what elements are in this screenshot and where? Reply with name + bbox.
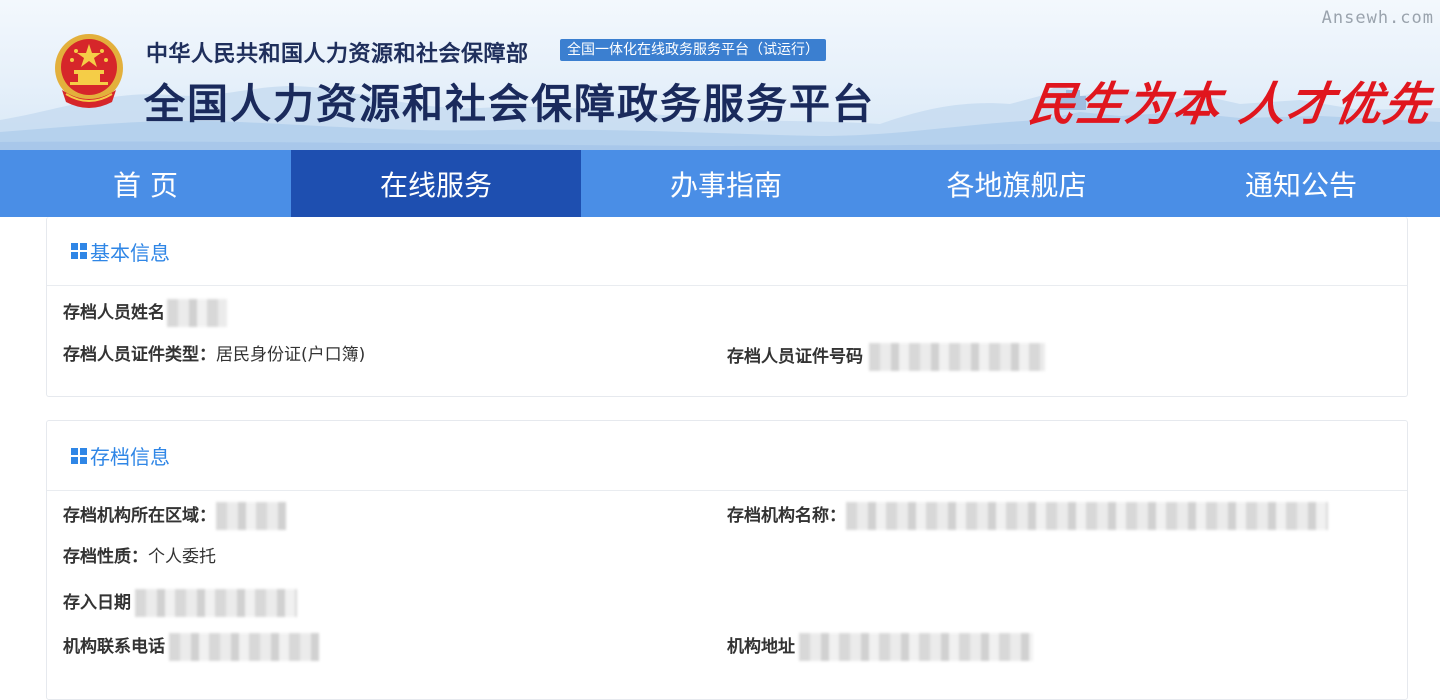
archive-nature-label: 存档性质： [63,547,148,567]
grid-icon [71,243,87,259]
archive-info-title: 存档信息 [90,445,170,469]
org-phone-masked [169,633,319,661]
watermark: Ansewh.com [1321,8,1434,28]
grid-icon [71,447,87,464]
org-address-row: 机构地址 [727,633,1033,661]
archive-person-name-masked [167,299,227,327]
id-type-label: 存档人员证件类型： [63,345,216,365]
nav-online-services[interactable]: 在线服务 [291,150,581,217]
archive-person-name-row: 存档人员姓名 [63,299,227,327]
nav-regional-stores[interactable]: 各地旗舰店 [871,150,1162,217]
archive-nature-row: 存档性质： 个人委托 [63,545,216,569]
id-type-value: 居民身份证(户口簿) [216,345,366,365]
basic-info-panel: 基本信息 存档人员姓名 存档人员证件类型： 居民身份证(户口簿) 存档人员证件号… [46,217,1408,397]
national-emblem-icon [55,34,123,108]
deposit-date-label: 存入日期 [63,593,131,613]
archive-org-label: 存档机构名称： [727,506,846,526]
ministry-name: 中华人民共和国人力资源和社会保障部 [146,42,529,67]
site-header: 中华人民共和国人力资源和社会保障部 全国一体化在线政务服务平台（试运行） 全国人… [0,0,1440,150]
id-number-row: 存档人员证件号码 [727,343,1045,371]
platform-title: 全国人力资源和社会保障政务服务平台 [144,80,875,128]
archive-region-row: 存档机构所在区域： [63,502,286,530]
basic-info-title: 基本信息 [90,240,170,265]
slogan: 民生为本 人才优先 [1025,77,1436,131]
archive-person-name-label: 存档人员姓名 [63,303,165,323]
deposit-date-row: 存入日期 [63,589,297,617]
nav-service-guide[interactable]: 办事指南 [581,150,871,217]
trial-badge: 全国一体化在线政务服务平台（试运行） [560,39,826,61]
archive-nature-value: 个人委托 [148,547,216,567]
id-number-label: 存档人员证件号码 [727,347,863,367]
org-address-label: 机构地址 [727,637,795,657]
org-address-masked [799,633,1033,661]
main-nav: 首 页 在线服务 办事指南 各地旗舰店 通知公告 [0,150,1440,217]
archive-org-row: 存档机构名称： [727,502,1328,530]
org-phone-label: 机构联系电话 [63,637,165,657]
nav-announcements[interactable]: 通知公告 [1162,150,1440,217]
id-type-row: 存档人员证件类型： 居民身份证(户口簿) [63,343,365,367]
nav-home[interactable]: 首 页 [0,150,291,217]
archive-info-panel: 存档信息 存档机构所在区域： 存档机构名称： 存档性质： 个人委托 存入日期 机… [46,420,1408,700]
org-phone-row: 机构联系电话 [63,633,319,661]
id-number-masked [869,343,1045,371]
archive-org-masked [846,502,1328,530]
archive-region-label: 存档机构所在区域： [63,506,216,526]
archive-info-header: 存档信息 [47,421,1407,491]
archive-region-masked [216,502,286,530]
deposit-date-masked [135,589,297,617]
basic-info-header: 基本信息 [47,217,1407,286]
